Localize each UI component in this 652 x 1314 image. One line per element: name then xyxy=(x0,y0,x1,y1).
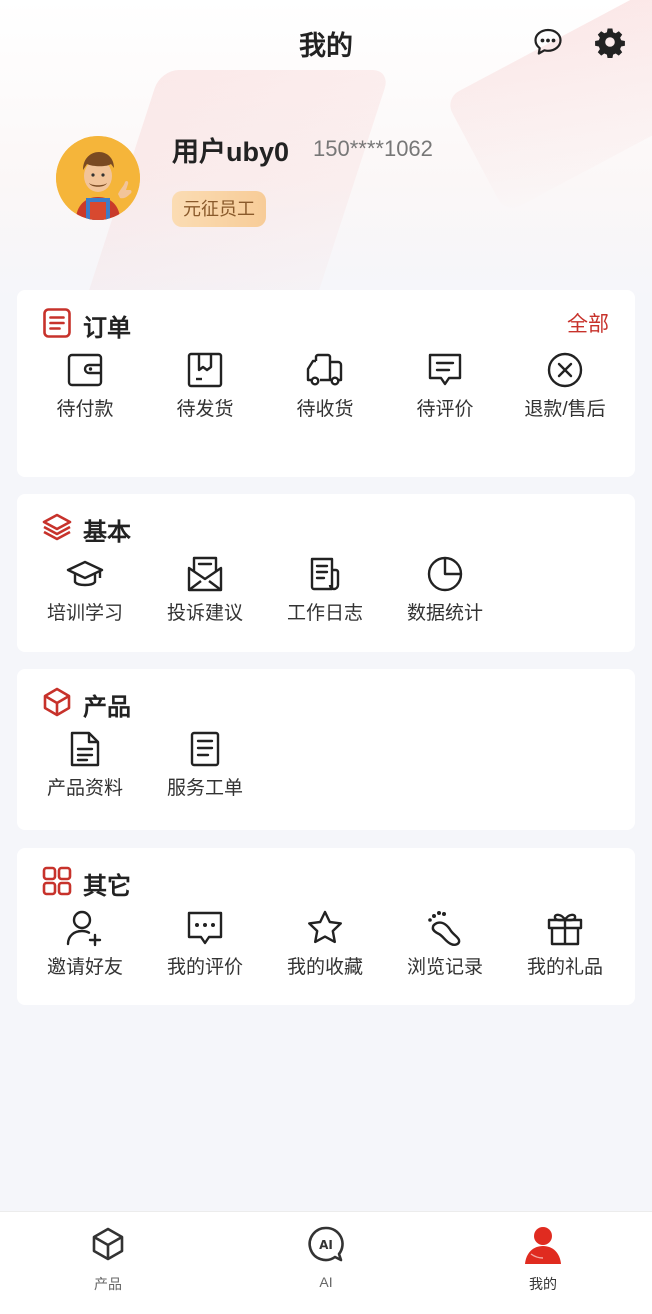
refund-icon xyxy=(545,350,585,390)
basic-item-feedback[interactable]: 投诉建议 xyxy=(145,554,265,627)
tab-mine[interactable]: 我的 xyxy=(483,1224,603,1294)
tab-label: 我的 xyxy=(529,1276,557,1292)
cube-icon xyxy=(41,686,73,718)
item-label: 投诉建议 xyxy=(166,603,243,624)
item-label: 培训学习 xyxy=(46,603,123,624)
other-card: 其它 邀请好友 我的评价 我的收藏 浏览记录 我的礼品 xyxy=(17,848,635,1005)
gift-icon xyxy=(545,908,585,948)
settings-gear-icon[interactable] xyxy=(594,26,626,58)
basic-card: 基本 培训学习 投诉建议 工作日志 数据统计 xyxy=(17,494,635,652)
orders-title: 订单 xyxy=(83,315,131,342)
svg-text:AI: AI xyxy=(319,1238,333,1252)
graduation-cap-icon xyxy=(65,554,105,594)
add-user-icon xyxy=(65,908,105,948)
item-label: 产品资料 xyxy=(46,778,123,799)
other-item-history[interactable]: 浏览记录 xyxy=(385,908,505,981)
item-label: 待发货 xyxy=(176,399,234,420)
role-badge: 元征员工 xyxy=(172,191,266,227)
tab-ai[interactable]: AI AI xyxy=(266,1224,386,1290)
tab-product[interactable]: 产品 xyxy=(48,1224,168,1294)
avatar[interactable] xyxy=(56,136,140,220)
item-label: 服务工单 xyxy=(166,778,243,799)
basic-item-worklog[interactable]: 工作日志 xyxy=(265,554,385,627)
cube-icon xyxy=(88,1224,128,1264)
ai-chat-icon: AI xyxy=(306,1224,346,1264)
top-bar: 我的 xyxy=(0,0,652,88)
other-item-favorites[interactable]: 我的收藏 xyxy=(265,908,385,981)
user-phone: 150****1062 xyxy=(313,136,433,161)
product-card: 产品 产品资料 服务工单 xyxy=(17,669,635,830)
envelope-icon xyxy=(185,554,225,594)
basic-item-training[interactable]: 培训学习 xyxy=(25,554,145,627)
other-title: 其它 xyxy=(83,873,131,900)
item-label: 工作日志 xyxy=(286,603,363,624)
item-label: 待收货 xyxy=(296,399,354,420)
item-label: 我的收藏 xyxy=(286,957,363,978)
grid-icon xyxy=(41,865,73,897)
footprint-icon xyxy=(425,908,465,948)
wallet-icon xyxy=(65,350,105,390)
truck-icon xyxy=(305,350,345,390)
document-icon xyxy=(65,729,105,769)
other-item-invite[interactable]: 邀请好友 xyxy=(25,908,145,981)
item-label: 待付款 xyxy=(56,399,114,420)
pie-chart-icon xyxy=(425,554,465,594)
other-item-my-reviews[interactable]: 我的评价 xyxy=(145,908,265,981)
item-label: 我的评价 xyxy=(166,957,243,978)
tab-label: AI xyxy=(319,1274,333,1290)
item-label: 我的礼品 xyxy=(526,957,603,978)
all-orders-link[interactable]: 全部 xyxy=(567,308,609,338)
star-icon xyxy=(305,908,345,948)
bottom-tab-bar: 产品 AI AI 我的 xyxy=(0,1211,652,1314)
chat-dots-icon xyxy=(185,908,225,948)
order-item-pending-shipment[interactable]: 待发货 xyxy=(145,350,265,423)
clipboard-icon xyxy=(185,729,225,769)
person-icon xyxy=(523,1224,563,1264)
order-item-pending-payment[interactable]: 待付款 xyxy=(25,350,145,423)
order-list-icon xyxy=(41,307,73,339)
item-label: 浏览记录 xyxy=(406,957,483,978)
box-icon xyxy=(185,350,225,390)
item-label: 数据统计 xyxy=(406,603,483,624)
item-label: 待评价 xyxy=(416,399,474,420)
orders-card: 订单 全部 待付款 待发货 待收货 待评价 退款/售后 xyxy=(17,290,635,477)
product-title: 产品 xyxy=(83,694,131,721)
tab-label: 产品 xyxy=(94,1276,122,1292)
product-item-service-orders[interactable]: 服务工单 xyxy=(145,729,265,802)
product-item-documents[interactable]: 产品资料 xyxy=(25,729,145,802)
order-item-pending-review[interactable]: 待评价 xyxy=(385,350,505,423)
basic-item-statistics[interactable]: 数据统计 xyxy=(385,554,505,627)
comment-icon xyxy=(425,350,465,390)
other-item-gifts[interactable]: 我的礼品 xyxy=(505,908,625,981)
order-item-refund[interactable]: 退款/售后 xyxy=(505,350,625,423)
user-name: 用户uby0 xyxy=(172,137,290,167)
item-label: 邀请好友 xyxy=(46,957,123,978)
item-label: 退款/售后 xyxy=(524,399,606,420)
journal-icon xyxy=(305,554,345,594)
layers-icon xyxy=(41,511,73,543)
message-icon[interactable] xyxy=(532,26,564,58)
order-item-pending-receipt[interactable]: 待收货 xyxy=(265,350,385,423)
basic-title: 基本 xyxy=(83,519,131,546)
